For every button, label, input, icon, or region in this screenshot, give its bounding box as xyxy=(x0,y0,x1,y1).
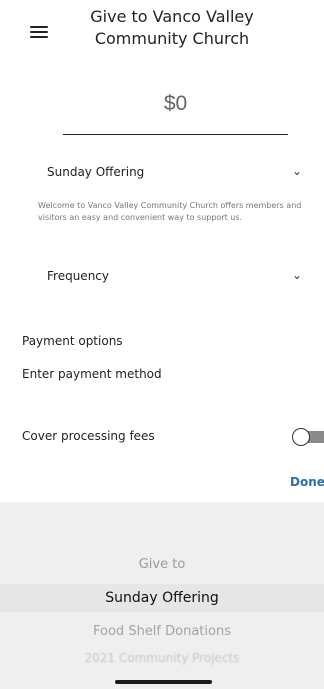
title-line-1: Give to Vanco Valley xyxy=(90,7,254,26)
title-line-2: Community Church xyxy=(94,29,250,48)
picker-option[interactable]: Food Shelf Donations xyxy=(0,624,324,639)
fund-dropdown-label: Sunday Offering xyxy=(47,165,145,179)
page-title: Give to Vanco Valley Community Church xyxy=(72,6,272,50)
chevron-down-icon: ⌄ xyxy=(291,268,302,282)
payment-options-heading: Payment options xyxy=(22,334,123,348)
give-to-picker[interactable]: Give to Sunday Offering Food Shelf Donat… xyxy=(0,502,324,689)
home-indicator xyxy=(115,680,212,684)
chevron-down-icon: ⌄ xyxy=(291,164,302,178)
toggle-knob xyxy=(292,428,310,446)
fund-description: Welcome to Vanco Valley Community Church… xyxy=(38,201,302,222)
amount-underline xyxy=(63,134,288,135)
frequency-dropdown[interactable]: Frequency ⌄ xyxy=(40,265,306,291)
amount-input[interactable]: $0 xyxy=(63,92,288,116)
done-button[interactable]: Done xyxy=(290,475,324,489)
enter-payment-method-link[interactable]: Enter payment method xyxy=(22,367,162,381)
cover-fees-label: Cover processing fees xyxy=(22,429,155,443)
cover-fees-toggle[interactable] xyxy=(292,428,324,446)
picker-option-selected[interactable]: Sunday Offering xyxy=(0,590,324,606)
hamburger-menu-icon[interactable] xyxy=(30,26,48,38)
fund-dropdown[interactable]: Sunday Offering ⌄ xyxy=(40,161,306,187)
frequency-dropdown-label: Frequency xyxy=(47,269,109,283)
picker-option[interactable]: 2021 Community Projects xyxy=(0,651,324,665)
picker-heading: Give to xyxy=(138,557,186,572)
